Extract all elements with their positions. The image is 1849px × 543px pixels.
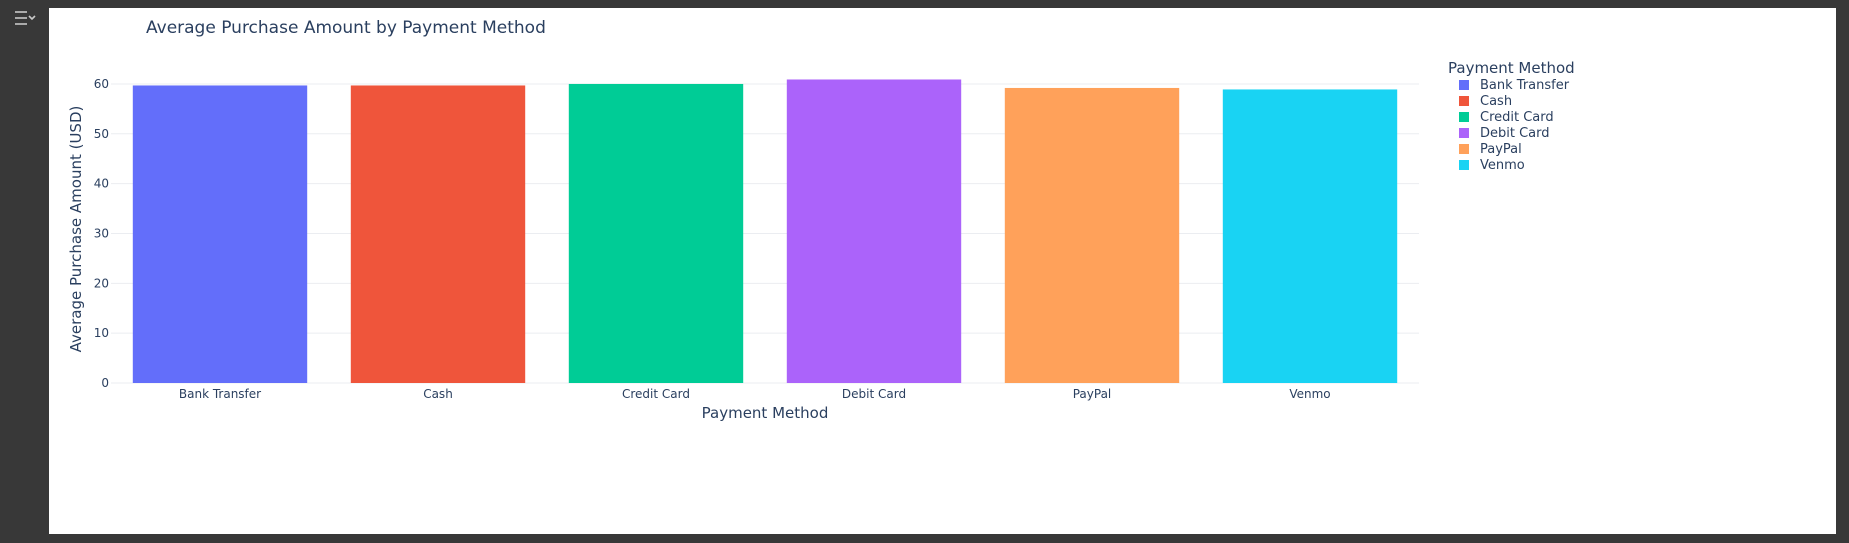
collapse-sidebar-icon (15, 11, 36, 25)
bar-paypal[interactable] (1004, 87, 1180, 384)
bottom-border (0, 534, 1849, 543)
legend-label: Credit Card (1480, 110, 1554, 125)
y-tick-label: 0 (101, 376, 109, 390)
y-tick-label: 60 (94, 77, 109, 91)
legend-item-venmo[interactable]: Venmo (1459, 158, 1525, 173)
legend-label: Debit Card (1480, 126, 1550, 141)
y-axis-title: Average Purchase Amount (USD) (67, 106, 85, 353)
chart-panel: Average Purchase Amount by Payment Metho… (49, 8, 1849, 534)
x-tick-label: PayPal (1073, 387, 1112, 401)
bar-debit-card[interactable] (786, 79, 962, 383)
legend-title: Payment Method (1448, 59, 1575, 77)
legend-swatch (1459, 80, 1469, 90)
legend-swatch (1459, 128, 1469, 138)
x-tick-label: Bank Transfer (179, 387, 261, 401)
x-tick-label: Venmo (1289, 387, 1330, 401)
legend-swatch (1459, 144, 1469, 154)
x-axis-ticks: Bank Transfer Cash Credit Card Debit Card Pa… (179, 387, 1331, 401)
legend-label: Bank Transfer (1480, 78, 1570, 93)
legend[interactable]: Payment Method Bank TransferCashCredit C… (1448, 59, 1575, 173)
legend-swatch (1459, 160, 1469, 170)
legend-item-debit-card[interactable]: Debit Card (1459, 126, 1550, 141)
bars (132, 79, 1398, 384)
bar-chart: Average Purchase Amount by Payment Metho… (67, 18, 1575, 422)
right-border (1836, 0, 1849, 543)
legend-item-bank-transfer[interactable]: Bank Transfer (1459, 78, 1570, 93)
x-tick-label: Debit Card (842, 387, 906, 401)
legend-item-cash[interactable]: Cash (1459, 94, 1512, 109)
y-tick-label: 20 (94, 276, 109, 290)
y-tick-label: 40 (94, 177, 109, 191)
legend-swatch (1459, 96, 1469, 106)
legend-label: PayPal (1480, 142, 1522, 157)
x-tick-label: Cash (423, 387, 453, 401)
sidebar-toggle-button[interactable] (12, 6, 38, 30)
bar-cash[interactable] (350, 85, 526, 384)
bar-venmo[interactable] (1222, 89, 1398, 383)
y-tick-label: 30 (94, 226, 109, 240)
y-axis-ticks: 0 10 20 30 40 50 60 (94, 77, 109, 390)
y-tick-label: 50 (94, 127, 109, 141)
legend-label: Cash (1480, 94, 1512, 109)
x-axis-title: Payment Method (702, 404, 829, 422)
legend-item-paypal[interactable]: PayPal (1459, 142, 1522, 157)
bar-credit-card[interactable] (568, 83, 744, 383)
y-tick-label: 10 (94, 326, 109, 340)
legend-swatch (1459, 112, 1469, 122)
top-border (49, 0, 1849, 8)
x-tick-label: Credit Card (622, 387, 690, 401)
legend-item-credit-card[interactable]: Credit Card (1459, 110, 1554, 125)
chart-title: Average Purchase Amount by Payment Metho… (146, 18, 546, 38)
left-rail (0, 0, 49, 543)
bar-bank-transfer[interactable] (132, 85, 308, 384)
legend-label: Venmo (1480, 158, 1525, 173)
